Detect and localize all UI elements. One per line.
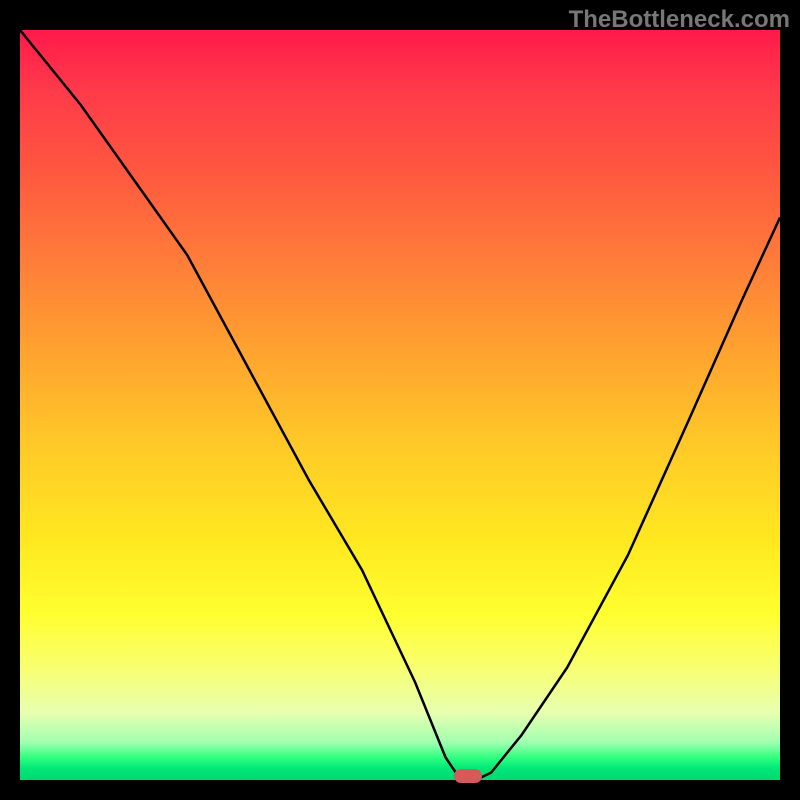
bottleneck-curve (20, 30, 780, 780)
watermark-text: TheBottleneck.com (569, 6, 790, 34)
curve-line (20, 30, 780, 780)
optimal-marker (454, 769, 482, 783)
plot-area (20, 30, 780, 780)
